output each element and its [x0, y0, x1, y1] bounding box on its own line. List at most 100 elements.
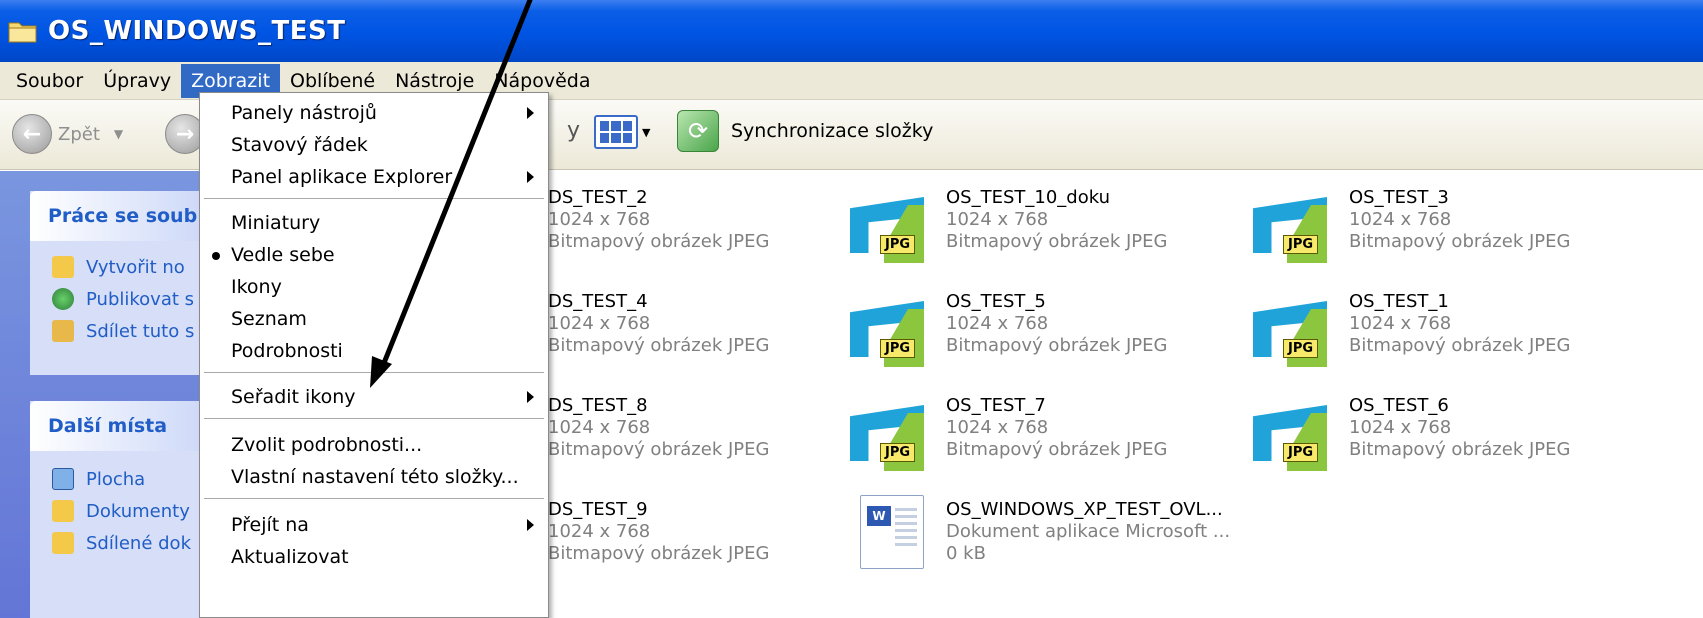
sync-icon: ⟳ [677, 110, 719, 152]
submenu-arrow-icon [527, 391, 534, 403]
jpg-tag: JPG [880, 235, 916, 254]
jpg-tag: JPG [1283, 339, 1319, 358]
menu-item-refresh[interactable]: Aktualizovat [200, 541, 548, 573]
folder-icon [8, 19, 38, 43]
desktop-icon [52, 468, 74, 490]
menu-soubor[interactable]: Soubor [6, 64, 93, 98]
menu-item-toolbars[interactable]: Panely nástrojů [200, 97, 548, 129]
word-document-icon: W [860, 495, 924, 569]
task-link-label: Vytvořit no [86, 256, 185, 278]
menu-item-label: Podrobnosti [231, 340, 343, 362]
file-dimensions: 1024 x 768 [548, 521, 651, 542]
file-item[interactable]: JPG OS_TEST_1 1024 x 768 Bitmapový obráz… [1253, 291, 1570, 381]
task-link-label: Publikovat s [86, 288, 195, 310]
file-dimensions: 1024 x 768 [946, 313, 1049, 334]
menu-item-icons[interactable]: Ikony [200, 271, 548, 303]
file-type: Bitmapový obrázek JPEG [1349, 231, 1571, 252]
menu-item-label: Ikony [231, 276, 282, 298]
file-item[interactable]: JPG OS_TEST_6 1024 x 768 Bitmapový obráz… [1253, 395, 1570, 485]
menu-item-label: Přejít na [231, 514, 309, 536]
title-bar[interactable]: OS_WINDOWS_TEST [0, 0, 1703, 62]
file-type: Bitmapový obrázek JPEG [1349, 335, 1571, 356]
file-name: DS_TEST_9 [548, 499, 648, 520]
file-dimensions: 1024 x 768 [1349, 313, 1452, 334]
window-title: OS_WINDOWS_TEST [48, 16, 346, 46]
menu-separator [204, 498, 544, 500]
file-item[interactable]: W OS_WINDOWS_XP_TEST_OVL... Dokument apl… [860, 493, 1230, 583]
file-item[interactable]: JPG OS_TEST_10_doku 1024 x 768 Bitmapový… [850, 187, 1167, 277]
file-size: 0 kB [946, 543, 986, 564]
menu-item-choose-details[interactable]: Zvolit podrobnosti... [200, 429, 548, 461]
place-link-label: Plocha [86, 468, 146, 490]
file-item[interactable]: JPG OS_TEST_5 1024 x 768 Bitmapový obráz… [850, 291, 1167, 381]
menu-item-status-bar[interactable]: Stavový řádek [200, 129, 548, 161]
file-type: Bitmapový obrázek JPEG [946, 439, 1168, 460]
menu-separator [204, 198, 544, 200]
file-type: Bitmapový obrázek JPEG [946, 335, 1168, 356]
file-name: OS_TEST_6 [1349, 395, 1449, 416]
submenu-arrow-icon [527, 171, 534, 183]
file-type: Bitmapový obrázek JPEG [548, 543, 770, 564]
file-dimensions: 1024 x 768 [548, 313, 651, 334]
shared-folder-icon [52, 532, 74, 554]
file-dimensions: 1024 x 768 [1349, 209, 1452, 230]
menu-separator [204, 418, 544, 420]
menu-item-label: Stavový řádek [231, 134, 368, 156]
file-dimensions: 1024 x 768 [1349, 417, 1452, 438]
menu-item-label: Vedle sebe [231, 244, 335, 266]
menu-item-label: Seznam [231, 308, 307, 330]
word-tag: W [867, 506, 891, 526]
menu-item-label: Panely nástrojů [231, 102, 377, 124]
file-name: DS_TEST_4 [548, 291, 648, 312]
file-type: Dokument aplikace Microsoft ... [946, 521, 1231, 542]
file-name: OS_TEST_7 [946, 395, 1046, 416]
jpg-image-icon: JPG [850, 193, 924, 263]
place-link-label: Sdílené dok [86, 532, 191, 554]
sync-folder-button[interactable]: ⟳ Synchronizace složky [677, 110, 933, 152]
jpg-image-icon: JPG [1253, 297, 1327, 367]
back-button[interactable]: ← Zpět ▼ [12, 114, 123, 154]
file-name: DS_TEST_8 [548, 395, 648, 416]
jpg-image-icon: JPG [1253, 401, 1327, 471]
file-item[interactable]: DS_TEST_9 1024 x 768 Bitmapový obrázek J… [548, 499, 769, 589]
menu-item-tiles[interactable]: Vedle sebe [200, 239, 548, 271]
file-item[interactable]: JPG OS_TEST_3 1024 x 768 Bitmapový obráz… [1253, 187, 1570, 277]
back-label: Zpět [58, 123, 100, 145]
sync-label: Synchronizace složky [731, 120, 934, 142]
menu-item-customize-folder[interactable]: Vlastní nastavení této složky... [200, 461, 548, 493]
menu-item-label: Zvolit podrobnosti... [231, 434, 423, 456]
menu-item-explorer-bar[interactable]: Panel aplikace Explorer [200, 161, 548, 193]
menu-item-label: Miniatury [231, 212, 321, 234]
view-menu-dropdown: Panely nástrojů Stavový řádek Panel apli… [199, 92, 549, 618]
views-icon [594, 115, 638, 149]
file-item[interactable]: DS_TEST_4 1024 x 768 Bitmapový obrázek J… [548, 291, 769, 381]
file-dimensions: 1024 x 768 [946, 209, 1049, 230]
file-item[interactable]: JPG OS_TEST_7 1024 x 768 Bitmapový obráz… [850, 395, 1167, 485]
jpg-tag: JPG [880, 443, 916, 462]
file-type: Bitmapový obrázek JPEG [548, 231, 770, 252]
file-item[interactable]: DS_TEST_8 1024 x 768 Bitmapový obrázek J… [548, 395, 769, 485]
menu-item-go-to[interactable]: Přejít na [200, 509, 548, 541]
file-dimensions: 1024 x 768 [548, 209, 651, 230]
new-folder-icon [52, 256, 74, 278]
jpg-image-icon: JPG [850, 297, 924, 367]
toolbar-label-fragment: y [567, 118, 581, 143]
dropdown-arrow-icon[interactable]: ▼ [114, 127, 123, 141]
menu-item-arrange-icons[interactable]: Seřadit ikony [200, 381, 548, 413]
menu-item-details[interactable]: Podrobnosti [200, 335, 548, 367]
submenu-arrow-icon [527, 107, 534, 119]
views-button[interactable]: ▼ [594, 112, 666, 152]
file-item[interactable]: DS_TEST_2 1024 x 768 Bitmapový obrázek J… [548, 187, 769, 277]
menu-separator [204, 372, 544, 374]
menu-item-thumbnails[interactable]: Miniatury [200, 207, 548, 239]
documents-folder-icon [52, 500, 74, 522]
menu-upravy[interactable]: Úpravy [93, 64, 181, 98]
publish-globe-icon [52, 288, 74, 310]
submenu-arrow-icon [527, 519, 534, 531]
place-link-label: Dokumenty [86, 500, 190, 522]
file-name: OS_TEST_5 [946, 291, 1046, 312]
menu-item-list[interactable]: Seznam [200, 303, 548, 335]
file-type: Bitmapový obrázek JPEG [1349, 439, 1571, 460]
file-name: OS_TEST_1 [1349, 291, 1449, 312]
menu-item-label: Panel aplikace Explorer [231, 166, 453, 188]
